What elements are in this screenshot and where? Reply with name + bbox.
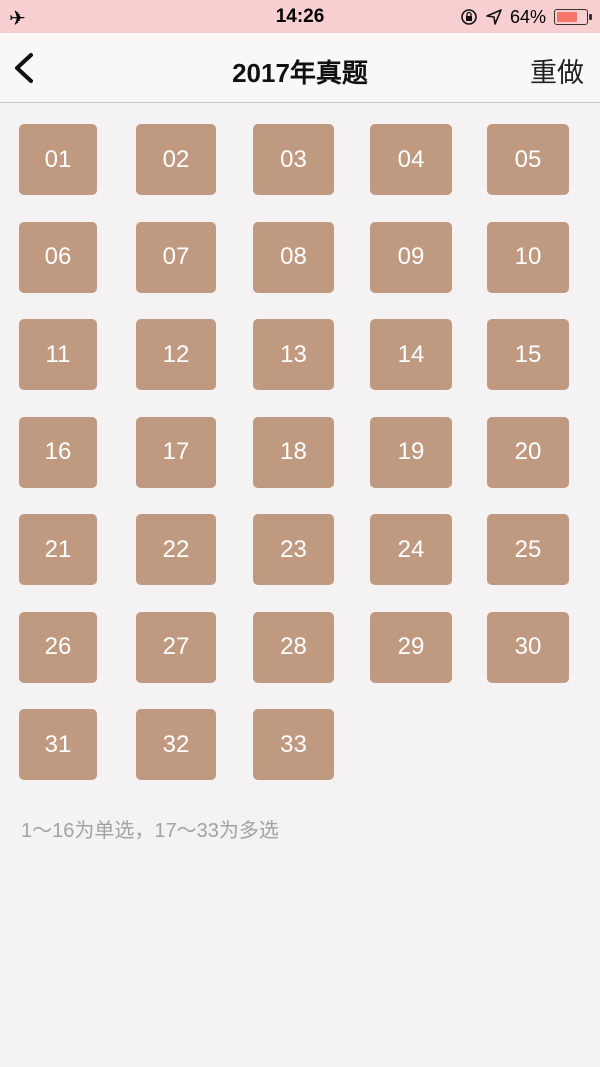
question-button-19[interactable]: 19	[370, 416, 452, 488]
battery-fill	[557, 12, 578, 22]
question-button-08[interactable]: 08	[253, 221, 334, 293]
question-button-12[interactable]: 12	[136, 319, 216, 390]
question-button-10[interactable]: 10	[487, 221, 569, 293]
page-title: 2017年真题	[232, 58, 368, 88]
location-arrow-icon	[486, 9, 502, 25]
status-bar: ✈ 14:26 64%	[0, 0, 600, 33]
question-button-25[interactable]: 25	[487, 514, 569, 585]
question-button-05[interactable]: 05	[487, 124, 569, 195]
question-button-14[interactable]: 14	[370, 319, 452, 390]
battery-percent: 64%	[509, 6, 546, 27]
question-button-11[interactable]: 11	[19, 319, 97, 390]
question-button-29[interactable]: 29	[370, 611, 452, 683]
nav-bar: 2017年真题 重做	[0, 33, 600, 103]
question-button-21[interactable]: 21	[19, 514, 97, 585]
question-button-06[interactable]: 06	[19, 221, 97, 293]
question-button-13[interactable]: 13	[253, 319, 334, 390]
question-button-18[interactable]: 18	[253, 416, 334, 488]
question-button-27[interactable]: 27	[136, 611, 216, 683]
question-button-33[interactable]: 33	[253, 709, 334, 780]
question-button-04[interactable]: 04	[370, 124, 452, 195]
question-button-20[interactable]: 20	[487, 416, 569, 488]
question-button-02[interactable]: 02	[136, 124, 216, 195]
redo-button[interactable]: 重做	[530, 51, 584, 90]
question-button-09[interactable]: 09	[370, 221, 452, 293]
battery-icon	[554, 9, 592, 25]
question-button-16[interactable]: 16	[19, 416, 97, 488]
question-button-28[interactable]: 28	[253, 611, 334, 683]
question-button-03[interactable]: 03	[253, 124, 334, 195]
orientation-lock-icon	[461, 9, 477, 25]
question-button-15[interactable]: 15	[487, 319, 569, 390]
question-button-30[interactable]: 30	[487, 611, 569, 683]
question-button-01[interactable]: 01	[19, 124, 97, 195]
question-button-31[interactable]: 31	[19, 709, 97, 780]
question-button-22[interactable]: 22	[136, 514, 216, 585]
question-button-07[interactable]: 07	[136, 221, 216, 293]
question-button-17[interactable]: 17	[136, 416, 216, 488]
question-button-24[interactable]: 24	[370, 514, 452, 585]
question-button-23[interactable]: 23	[253, 514, 334, 585]
question-button-26[interactable]: 26	[19, 611, 97, 683]
status-right: 64%	[460, 6, 592, 28]
question-type-note: 1～16为单选，17～33为多选	[21, 820, 279, 842]
question-button-32[interactable]: 32	[136, 709, 216, 780]
